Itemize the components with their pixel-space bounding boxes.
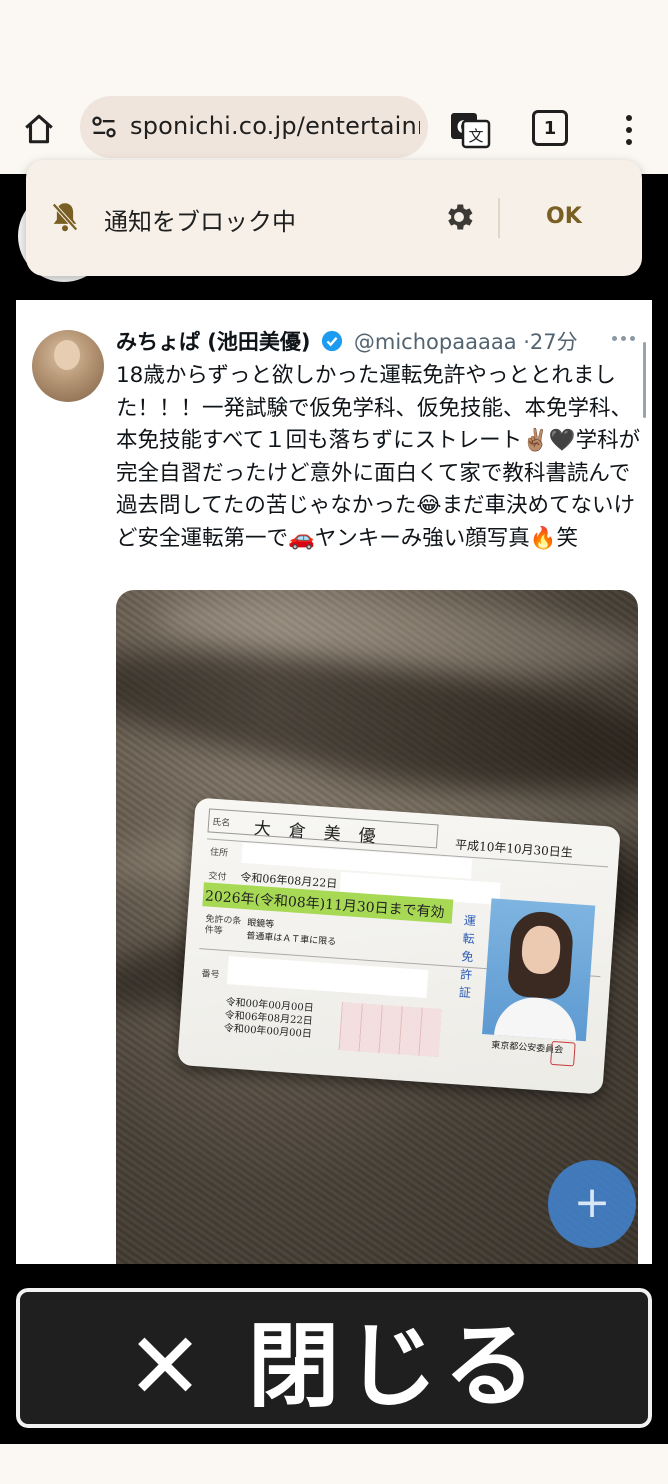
- more-dot-icon: [626, 115, 632, 121]
- tweet-more-button[interactable]: [612, 328, 638, 348]
- notification-divider: [498, 198, 500, 238]
- translate-icon: G文: [451, 113, 491, 149]
- notification-blocked-bar: 通知をブロック中 OK: [26, 160, 642, 276]
- site-settings-icon[interactable]: [90, 113, 118, 141]
- verified-badge-icon: [322, 330, 343, 352]
- close-button-label: ✕ 閉じる: [126, 1312, 542, 1420]
- tweet-display-name[interactable]: みちょぱ (池田美優): [116, 330, 311, 354]
- svg-text:文: 文: [468, 127, 483, 145]
- close-button[interactable]: ✕ 閉じる: [14, 1286, 654, 1430]
- license-label-address: 住所: [209, 847, 229, 859]
- license-condition-2: 普通車はＡＴ車に限る: [245, 931, 337, 948]
- tweet-text: 18歳からずっと欲しかった運転免許やっととれました！！！一発試験で仮免学科、仮免…: [116, 363, 641, 551]
- more-dot-icon: [626, 139, 632, 145]
- license-dates: 令和00年00月00日 令和06年08月22日 令和00年00月00日: [223, 996, 314, 1041]
- more-dot-icon: [626, 127, 632, 133]
- license-category-grid: [338, 1002, 442, 1058]
- address-bar[interactable]: sponichi.co.jp/entertainr: [80, 96, 428, 158]
- tab-count: 1: [543, 117, 557, 139]
- portrait-shirt: [493, 994, 579, 1042]
- tweet-embed[interactable]: みちょぱ (池田美優) @michopaaaaa ·27分 18歳からずっと欲し…: [16, 300, 652, 1264]
- drivers-license-card: 氏名 大倉美優 平成10年10月30日生 住所 交付 令和06年08月22日 2…: [177, 797, 621, 1095]
- license-label-conditions: 免許の条件等: [204, 914, 242, 937]
- tweet-handle[interactable]: @michopaaaaa: [354, 330, 517, 354]
- license-label-issue: 交付: [208, 871, 227, 883]
- notification-message: 通知をブロック中: [104, 208, 296, 236]
- translate-button[interactable]: G文: [448, 108, 492, 152]
- tab-switcher-button[interactable]: 1: [532, 110, 568, 146]
- status-bar: [0, 0, 668, 88]
- bell-off-icon: [52, 203, 78, 232]
- tweet-photo[interactable]: 氏名 大倉美優 平成10年10月30日生 住所 交付 令和06年08月22日 2…: [116, 590, 638, 1264]
- license-kind: 運転免許証: [458, 913, 477, 1001]
- notification-ok-button[interactable]: OK: [546, 204, 582, 229]
- license-seal: [550, 1040, 576, 1067]
- tweet-time: ·27分: [523, 330, 578, 354]
- more-dot-icon: [630, 335, 635, 341]
- home-button[interactable]: [18, 108, 60, 150]
- add-fab-button[interactable]: +: [548, 1160, 636, 1248]
- tweet-scrollbar[interactable]: [643, 342, 646, 418]
- license-label-name: 氏名: [211, 817, 231, 829]
- license-portrait: [482, 898, 596, 1042]
- more-dot-icon: [621, 335, 626, 341]
- more-menu-button[interactable]: [614, 108, 644, 152]
- url-text[interactable]: sponichi.co.jp/entertainr: [130, 112, 420, 140]
- license-label-number: 番号: [201, 969, 220, 981]
- navigation-bar: [0, 1444, 668, 1484]
- home-icon: [25, 114, 53, 144]
- tweet-header: みちょぱ (池田美優) @michopaaaaa ·27分: [116, 326, 646, 358]
- more-dot-icon: [612, 335, 617, 341]
- gear-icon[interactable]: [442, 200, 476, 234]
- avatar[interactable]: [32, 330, 104, 402]
